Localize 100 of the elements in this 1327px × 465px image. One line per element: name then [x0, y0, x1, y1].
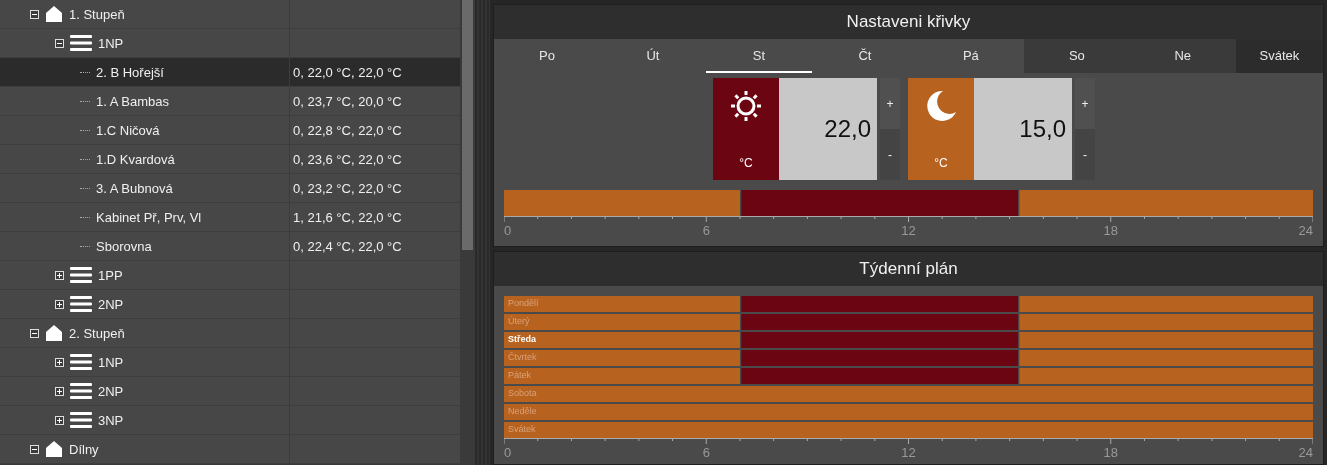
scrollbar-thumb[interactable]	[462, 0, 473, 250]
day-label: Středa	[508, 333, 537, 346]
schedule-bar[interactable]	[504, 296, 740, 312]
schedule-bar[interactable]	[1019, 368, 1313, 384]
tree-row[interactable]: 1NP	[0, 348, 460, 377]
tree-row[interactable]: 2. B Hořejší 0, 22,0 °C, 22,0 °C	[0, 58, 460, 87]
temperature-field[interactable]: 15,0	[974, 78, 1072, 180]
tree-row[interactable]: 1.C Ničová 0, 22,8 °C, 22,0 °C	[0, 116, 460, 145]
day-label: Svátek	[508, 423, 537, 436]
tree-item-label: 2. Stupeň	[69, 325, 125, 341]
schedule-bar[interactable]	[504, 332, 740, 348]
schedule-bar[interactable]	[1019, 190, 1313, 216]
schedule-bar[interactable]	[1019, 350, 1313, 366]
day-label: Čtvrtek	[508, 351, 538, 364]
schedule-bar[interactable]	[741, 314, 1019, 330]
tree-item-label: Dílny	[69, 441, 99, 457]
day-label: Úterý	[508, 315, 531, 328]
day-tab[interactable]: Svátek	[1235, 39, 1323, 73]
tree-item-label: 1. A Bambas	[96, 93, 169, 109]
schedule-bar[interactable]	[504, 368, 740, 384]
tree-row[interactable]: Dílny	[0, 435, 460, 464]
axis-label: 18	[1103, 223, 1118, 238]
schedule-bar[interactable]	[504, 314, 740, 330]
tree-row[interactable]: 1. Stupeň	[0, 0, 460, 29]
room-reading: 0, 23,2 °C, 22,0 °C	[293, 180, 402, 196]
tree-item-label: 3. A Bubnová	[96, 180, 173, 196]
layers-icon	[70, 383, 92, 399]
schedule-bar[interactable]	[504, 386, 1313, 402]
tree-row[interactable]: Kabinet Př, Prv, Vl 1, 21,6 °C, 22,0 °C	[0, 203, 460, 232]
axis-label: 0	[504, 223, 512, 238]
day-tab[interactable]: So	[1023, 39, 1130, 73]
axis-label: 6	[702, 445, 710, 460]
axis-label: 6	[702, 223, 710, 238]
schedule-bar[interactable]	[504, 422, 1313, 438]
collapse-icon[interactable]	[30, 328, 39, 338]
increase-button[interactable]: +	[1075, 78, 1095, 129]
tree-item-label: 1PP	[98, 267, 123, 283]
tree-item-label: Sborovna	[96, 238, 152, 254]
schedule-bar[interactable]	[741, 296, 1019, 312]
layers-icon	[70, 296, 92, 312]
expand-icon[interactable]	[55, 357, 64, 367]
schedule-bar[interactable]	[504, 190, 740, 216]
schedule-bar[interactable]	[741, 190, 1019, 216]
tree-row[interactable]: Sborovna 0, 22,4 °C, 22,0 °C	[0, 232, 460, 261]
unit-label: °C	[739, 156, 753, 170]
schedule-bar[interactable]	[504, 404, 1313, 420]
sun-icon	[728, 88, 764, 124]
tree-row[interactable]: 2. Stupeň	[0, 319, 460, 348]
day-label: Sobota	[508, 387, 538, 400]
decrease-button[interactable]: -	[1075, 129, 1095, 180]
tree-row[interactable]: 1PP	[0, 261, 460, 290]
layers-icon	[70, 35, 92, 51]
layers-icon	[70, 412, 92, 428]
collapse-icon[interactable]	[55, 38, 64, 48]
expand-icon[interactable]	[55, 270, 64, 280]
axis-label: 12	[901, 445, 916, 460]
room-reading: 0, 23,7 °C, 20,0 °C	[293, 93, 402, 109]
tree-row[interactable]: 2NP	[0, 290, 460, 319]
schedule-bar[interactable]	[741, 332, 1019, 348]
layers-icon	[70, 354, 92, 370]
expand-icon[interactable]	[55, 415, 64, 425]
tree-row[interactable]: 3. A Bubnová 0, 23,2 °C, 22,0 °C	[0, 174, 460, 203]
collapse-icon[interactable]	[30, 9, 39, 19]
unit-label: °C	[934, 156, 948, 170]
house-icon	[45, 440, 63, 458]
day-label: Neděle	[508, 405, 538, 418]
layers-icon	[70, 267, 92, 283]
schedule-bar[interactable]	[1019, 296, 1313, 312]
tree-item-label: 3NP	[98, 412, 124, 428]
house-icon	[45, 5, 63, 23]
schedule-bar[interactable]	[741, 368, 1019, 384]
tree-row[interactable]: 1.D Kvardová 0, 23,6 °C, 22,0 °C	[0, 145, 460, 174]
schedule-bar[interactable]	[1019, 332, 1313, 348]
panel-title: Týdenní plán	[494, 252, 1323, 286]
schedule-bar[interactable]	[504, 350, 740, 366]
tree-item-label: 1. Stupeň	[69, 6, 125, 22]
decrease-button[interactable]: -	[880, 129, 900, 180]
tree-item-label: 2NP	[98, 296, 124, 312]
axis-label: 24	[1298, 445, 1313, 460]
tree-row[interactable]: 1. A Bambas 0, 23,7 °C, 20,0 °C	[0, 87, 460, 116]
axis-label: 12	[901, 223, 916, 238]
panel-title: Nastaveni křivky	[494, 5, 1323, 39]
tree-item-label: 1NP	[98, 35, 124, 51]
house-icon	[45, 324, 63, 342]
expand-icon[interactable]	[55, 386, 64, 396]
tree-item-label: 1.D Kvardová	[96, 151, 175, 167]
axis-label: 18	[1103, 445, 1118, 460]
tree-item-label: 2NP	[98, 383, 124, 399]
day-label: Pondělí	[508, 297, 539, 310]
day-tab[interactable]: Ne	[1129, 39, 1236, 73]
collapse-icon[interactable]	[30, 444, 39, 454]
expand-icon[interactable]	[55, 299, 64, 309]
temperature-field[interactable]: 22,0	[779, 78, 877, 180]
tree-item-label: 2. B Hořejší	[96, 64, 164, 80]
tree-row[interactable]: 2NP	[0, 377, 460, 406]
schedule-bar[interactable]	[1019, 314, 1313, 330]
increase-button[interactable]: +	[880, 78, 900, 129]
schedule-bar[interactable]	[741, 350, 1019, 366]
tree-row[interactable]: 3NP	[0, 406, 460, 435]
tree-row[interactable]: 1NP	[0, 29, 460, 58]
